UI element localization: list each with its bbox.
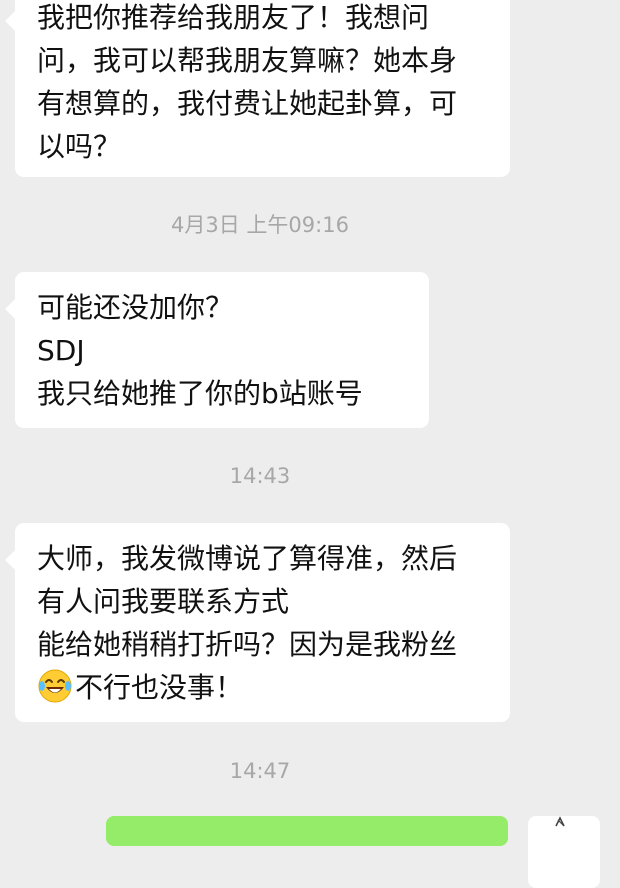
outgoing-message-bubble[interactable]: [106, 816, 508, 846]
message-3-line-3: 能给她稍稍打折吗？因为是我粉丝: [37, 628, 458, 661]
chat-area[interactable]: 我把你推荐给我朋友了！我想问 问，我可以帮我朋友算嘛？她本身 有想算的，我付费让…: [0, 0, 620, 888]
message-2-line-2: SDJ: [37, 334, 85, 367]
timestamp-3: 14:47: [229, 759, 291, 783]
message-1-line-4: 以吗？: [37, 130, 122, 163]
timestamp-1: 4月3日 上午09:16: [171, 213, 349, 237]
message-1-line-1: 我把你推荐给我朋友了！我想问: [37, 1, 430, 34]
message-bubble-1[interactable]: 我把你推荐给我朋友了！我想问 问，我可以帮我朋友算嘛？她本身 有想算的，我付费让…: [15, 0, 510, 177]
message-3-line-2: 有人问我要联系方式: [37, 585, 290, 618]
message-3-line-1: 大师，我发微博说了算得准，然后: [37, 542, 458, 575]
laughing-tears-emoji-icon: [38, 669, 72, 703]
message-2-line-3: 我只给她推了你的b站账号: [37, 377, 363, 410]
message-3-line-4: 不行也没事！: [37, 666, 488, 709]
message-bubble-3[interactable]: 大师，我发微博说了算得准，然后 有人问我要联系方式 能给她稍稍打折吗？因为是我粉…: [15, 523, 510, 722]
message-2-line-1: 可能还没加你？: [37, 291, 234, 324]
message-1-line-3: 有想算的，我付费让她起卦算，可: [37, 87, 458, 120]
avatar[interactable]: [528, 816, 600, 888]
message-1-line-2: 问，我可以帮我朋友算嘛？她本身: [37, 44, 458, 77]
message-bubble-2[interactable]: 可能还没加你？ SDJ 我只给她推了你的b站账号: [15, 272, 429, 428]
avatar-figure-icon: [555, 816, 565, 827]
timestamp-2: 14:43: [229, 464, 291, 488]
message-3-last-line: 不行也没事！: [75, 671, 244, 704]
